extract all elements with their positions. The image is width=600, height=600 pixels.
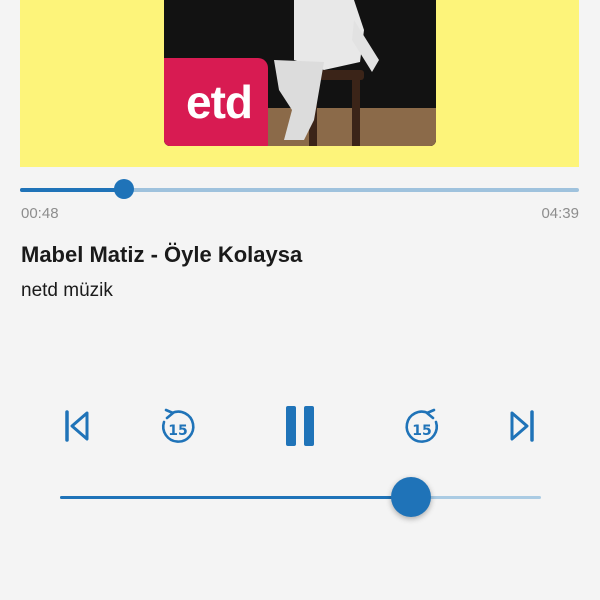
- artist-name: netd müzik: [21, 280, 113, 301]
- skip-next-icon: [510, 410, 534, 442]
- netd-logo: etd: [164, 58, 268, 146]
- total-time: 04:39: [541, 205, 579, 222]
- logo-text: etd: [186, 76, 253, 128]
- album-artwork: etd: [164, 0, 436, 146]
- forward-15-button[interactable]: 15: [400, 404, 444, 448]
- rewind-15-icon: 15: [162, 408, 195, 443]
- progress-fill: [20, 188, 124, 192]
- volume-fill: [60, 496, 412, 499]
- volume-slider[interactable]: [60, 477, 541, 517]
- pause-button[interactable]: [278, 404, 322, 448]
- playback-progress-bar[interactable]: [20, 179, 579, 199]
- skip-previous-icon: [65, 410, 89, 442]
- progress-thumb[interactable]: [113, 179, 134, 199]
- track-title: Mabel Matiz - Öyle Kolaysa: [21, 242, 303, 267]
- pause-icon: [286, 406, 314, 446]
- next-button[interactable]: [500, 404, 544, 448]
- rewind-15-button[interactable]: 15: [156, 404, 200, 448]
- rewind-seconds: 15: [168, 423, 187, 439]
- forward-15-icon: 15: [405, 408, 438, 443]
- elapsed-time: 00:48: [21, 205, 59, 222]
- forward-seconds: 15: [412, 423, 431, 439]
- previous-button[interactable]: [55, 404, 99, 448]
- volume-thumb[interactable]: [391, 477, 432, 517]
